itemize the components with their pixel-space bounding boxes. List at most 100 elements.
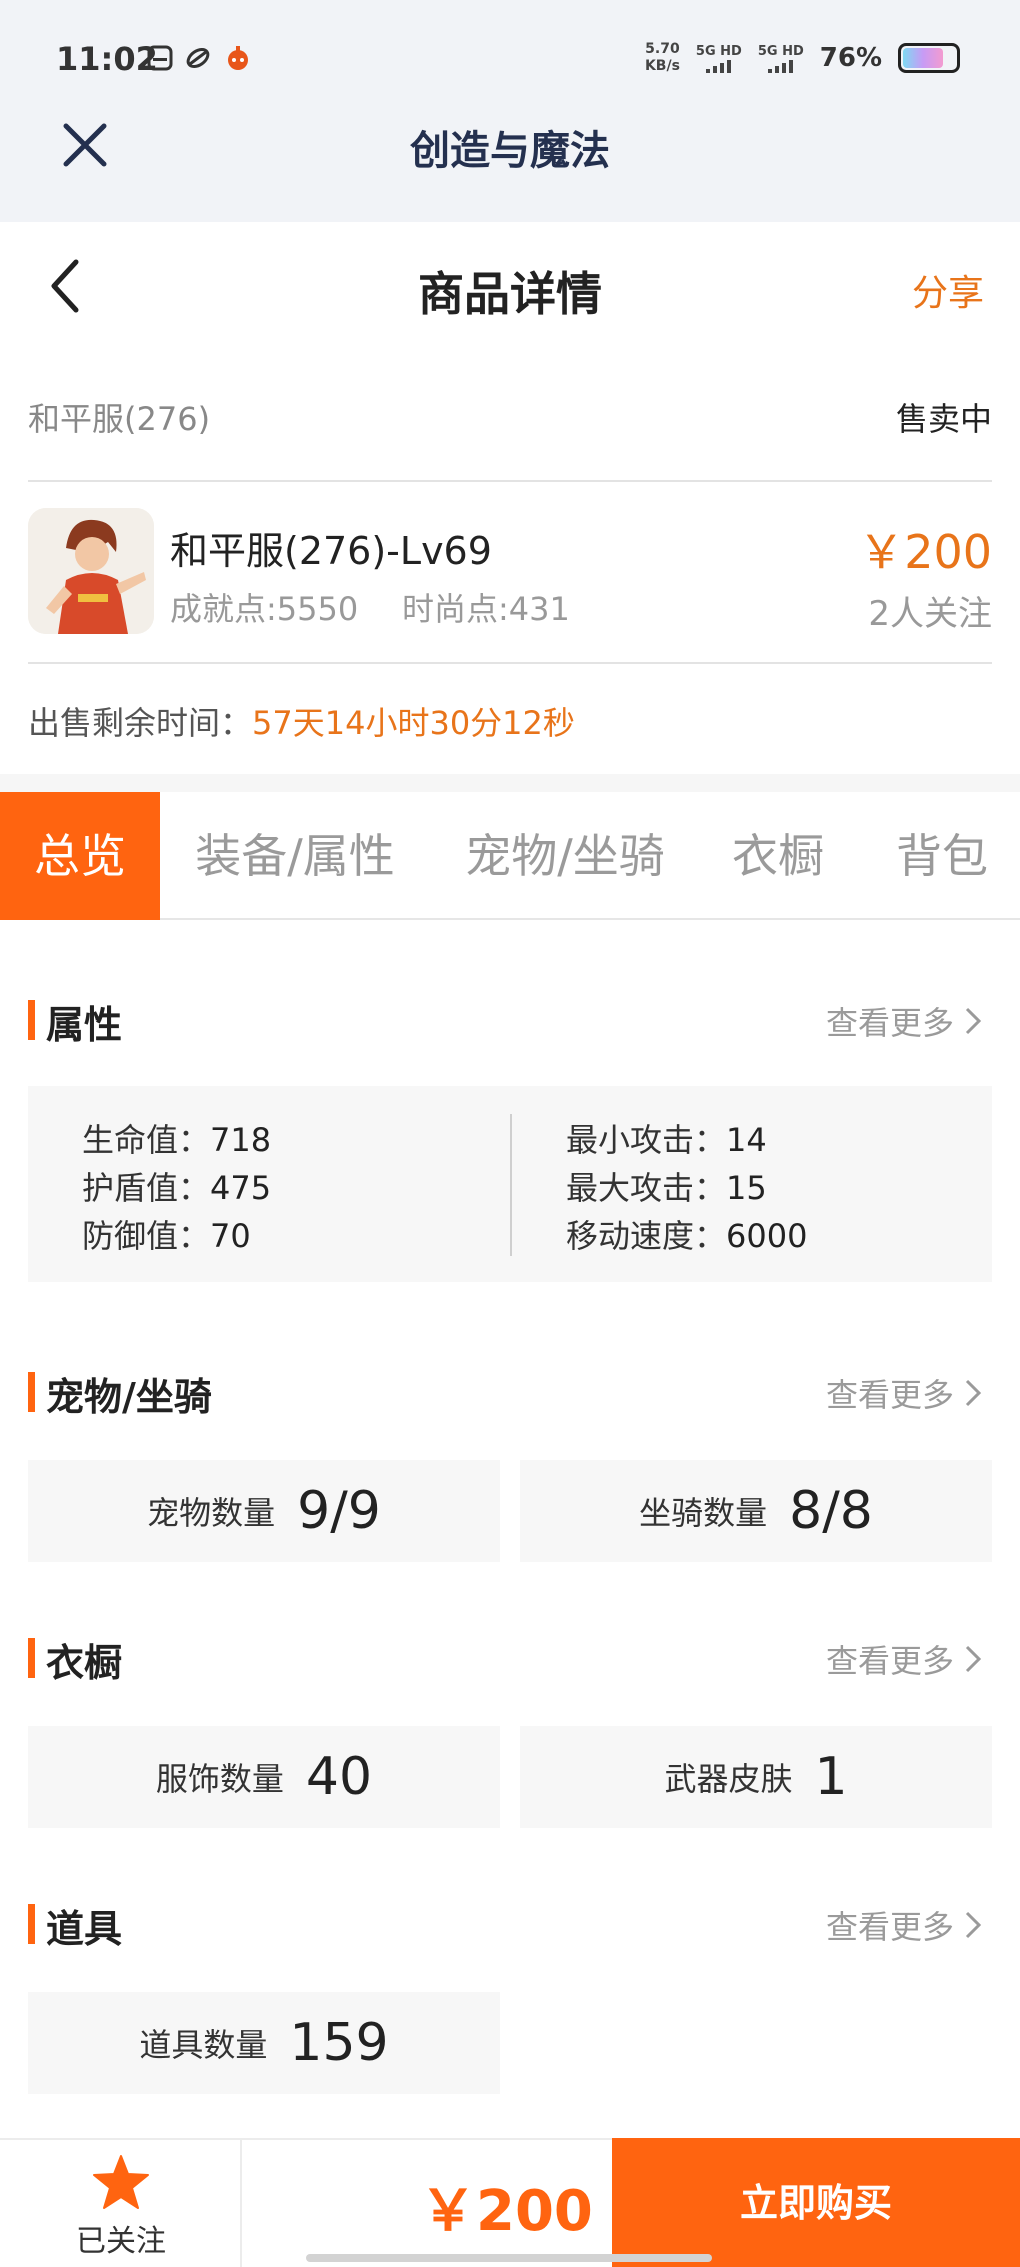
remaining-time-label: 出售剩余时间： (28, 704, 253, 742)
attribute-row: 生命值：718 (82, 1116, 271, 1164)
chevron-right-icon (965, 1911, 982, 1939)
view-more-label: 查看更多 (825, 1004, 954, 1042)
stat-label: 服饰数量 (155, 1760, 284, 1798)
sale-status: 售卖中 (895, 400, 992, 438)
remaining-time: 出售剩余时间：57天14小时30分12秒 (28, 698, 575, 744)
tab-wardrobe[interactable]: 衣橱 (716, 792, 840, 920)
tab-pets-mounts[interactable]: 宠物/坐骑 (450, 792, 680, 920)
signal-sim2: 5G HD (758, 44, 804, 73)
status-right: 5.70 KB/s 5G HD 5G HD 76% (645, 38, 960, 78)
attribute-value: 14 (726, 1121, 767, 1159)
signal-sim1-label: 5G HD (695, 43, 742, 59)
divider (28, 480, 992, 482)
outfit-count-card: 服饰数量 40 (28, 1726, 500, 1828)
battery-icon (898, 43, 960, 73)
buy-now-button[interactable]: 立即购买 (612, 2138, 1020, 2267)
section-title: 属性 (46, 1003, 123, 1047)
attributes-divider (510, 1114, 512, 1256)
signal-sim2-label: 5G HD (757, 43, 804, 59)
section-accent-bar (28, 1904, 35, 1944)
stat-value: 9/9 (297, 1481, 381, 1541)
attribute-value: 15 (726, 1169, 767, 1207)
attribute-value: 70 (210, 1217, 251, 1255)
attributes-view-more-link[interactable]: 查看更多 (826, 998, 982, 1044)
follower-count: 2人关注 (868, 594, 992, 634)
stat-value: 8/8 (789, 1481, 873, 1541)
share-button[interactable]: 分享 (912, 264, 984, 316)
attribute-label: 最大攻击： (566, 1169, 727, 1207)
attribute-value: 718 (210, 1121, 272, 1159)
sync-icon (186, 47, 210, 69)
section-title: 衣橱 (46, 1641, 123, 1685)
bottom-price: ￥200 (420, 2179, 593, 2244)
wardrobe-view-more-link[interactable]: 查看更多 (826, 1636, 982, 1682)
pet-count-card: 宠物数量 9/9 (28, 1460, 500, 1562)
chevron-right-icon (965, 1379, 982, 1407)
weapon-skin-card: 武器皮肤 1 (520, 1726, 992, 1828)
attributes-section-header: 属性 查看更多 (28, 990, 992, 1050)
pets-section-header: 宠物/坐骑 查看更多 (28, 1362, 992, 1422)
attributes-left-column: 生命值：718 护盾值：475 防御值：70 (82, 1116, 271, 1260)
signal-sim1: 5G HD (696, 44, 742, 73)
chevron-right-icon (965, 1645, 982, 1673)
top-area: 11:02 5.70 KB/s 5G HD 5G HD 76% 创造与魔法 (0, 0, 1020, 222)
signal-bars-icon (768, 59, 794, 73)
stat-value: 40 (305, 1747, 373, 1807)
app-notification-icon (228, 46, 248, 70)
item-count-card: 道具数量 159 (28, 1992, 500, 2094)
attribute-label: 移动速度： (566, 1217, 727, 1255)
tab-backpack[interactable]: 背包 (880, 792, 1004, 920)
attributes-panel: 生命值：718 护盾值：475 防御值：70 最小攻击：14 最大攻击：15 移… (28, 1086, 992, 1282)
view-more-label: 查看更多 (825, 1376, 954, 1414)
tab-equipment[interactable]: 装备/属性 (180, 792, 410, 920)
listing-name: 和平服(276)-Lv69 (170, 529, 492, 573)
home-indicator[interactable] (306, 2254, 712, 2262)
achievement-points: 成就点:5550 (170, 590, 359, 628)
follow-button[interactable]: 已关注 (0, 2140, 242, 2267)
tab-overview[interactable]: 总览 (0, 792, 160, 920)
stat-value: 159 (289, 2013, 389, 2073)
signal-bars-icon (706, 59, 732, 73)
listing-price: ￥200 (858, 525, 992, 579)
mount-count-card: 坐骑数量 8/8 (520, 1460, 992, 1562)
stat-label: 宠物数量 (147, 1494, 276, 1532)
wardrobe-section-header: 衣橱 查看更多 (28, 1628, 992, 1688)
section-title: 宠物/坐骑 (46, 1375, 212, 1419)
page-header: 商品详情 分享 (0, 222, 1020, 352)
listing-card[interactable]: 和平服(276)-Lv69 成就点:5550 时尚点:431 ￥200 2人关注 (28, 506, 992, 636)
page-title: 商品详情 (418, 267, 602, 321)
section-title: 道具 (46, 1907, 123, 1951)
network-speed-unit: KB/s (644, 58, 680, 74)
section-accent-bar (28, 1638, 35, 1678)
stat-label: 道具数量 (139, 2026, 268, 2064)
stat-label: 武器皮肤 (664, 1760, 793, 1798)
attribute-row: 最大攻击：15 (566, 1164, 807, 1212)
chevron-right-icon (965, 1007, 982, 1035)
character-avatar (28, 508, 154, 634)
attribute-label: 最小攻击： (566, 1121, 727, 1159)
app-title: 创造与魔法 (410, 128, 610, 174)
server-name: 和平服(276) (28, 400, 211, 438)
divider (28, 662, 992, 664)
attribute-row: 护盾值：475 (82, 1164, 271, 1212)
sim-card-icon (147, 45, 173, 71)
follow-label: 已关注 (76, 2224, 166, 2259)
remaining-time-value: 57天14小时30分12秒 (252, 704, 575, 742)
attribute-label: 护盾值： (82, 1169, 211, 1207)
items-section-header: 道具 查看更多 (28, 1894, 992, 1954)
section-accent-bar (28, 1000, 35, 1040)
stat-label: 坐骑数量 (639, 1494, 768, 1532)
character-portrait-icon (28, 508, 154, 634)
view-more-label: 查看更多 (825, 1642, 954, 1680)
items-view-more-link[interactable]: 查看更多 (826, 1902, 982, 1948)
pets-view-more-link[interactable]: 查看更多 (826, 1370, 982, 1416)
star-icon (93, 2155, 149, 2209)
attribute-label: 生命值： (82, 1121, 211, 1159)
server-row: 和平服(276) 售卖中 (28, 388, 992, 448)
bottom-action-bar: 已关注 ￥200 立即购买 (0, 2138, 1020, 2267)
battery-fill (903, 48, 943, 68)
attributes-right-column: 最小攻击：14 最大攻击：15 移动速度：6000 (566, 1116, 807, 1260)
attribute-label: 防御值： (82, 1217, 211, 1255)
attribute-value: 475 (210, 1169, 272, 1207)
attribute-row: 最小攻击：14 (566, 1116, 807, 1164)
